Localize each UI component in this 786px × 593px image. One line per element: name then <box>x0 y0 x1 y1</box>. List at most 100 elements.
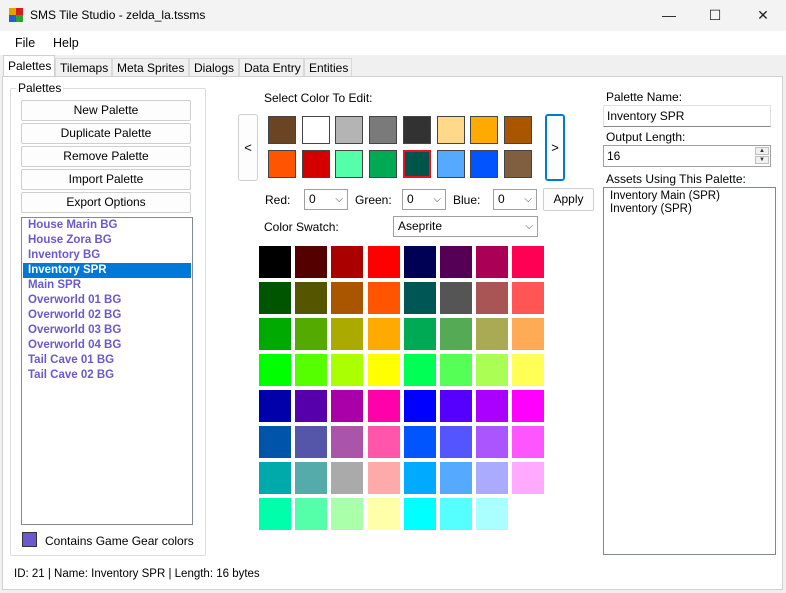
swatch-cell[interactable] <box>295 390 328 422</box>
spin-up-icon[interactable]: ▲ <box>755 147 769 155</box>
swatch-cell[interactable] <box>403 246 436 278</box>
swatch-cell[interactable] <box>367 282 400 314</box>
swatch-cell[interactable] <box>512 246 545 278</box>
palette-name-input[interactable]: Inventory SPR <box>603 105 771 127</box>
red-combo[interactable]: 0 ⌵ <box>304 189 348 210</box>
swatch-cell[interactable] <box>295 282 328 314</box>
prev-palette-button[interactable]: < <box>238 114 258 181</box>
next-palette-button[interactable]: > <box>545 114 565 181</box>
swatch-cell[interactable] <box>403 282 436 314</box>
palette-color-cell[interactable] <box>436 150 465 178</box>
palette-color-cell[interactable] <box>503 150 532 178</box>
swatch-cell[interactable] <box>331 390 364 422</box>
maximize-button[interactable]: ☐ <box>692 0 738 31</box>
swatch-cell[interactable] <box>476 318 509 350</box>
palette-color-cell[interactable] <box>470 150 499 178</box>
list-item[interactable]: Inventory SPR <box>23 263 191 278</box>
palette-color-cell[interactable] <box>369 150 398 178</box>
list-item[interactable]: Inventory (SPR) <box>610 203 769 216</box>
swatch-cell[interactable] <box>476 426 509 458</box>
list-item[interactable]: Overworld 03 BG <box>22 323 192 338</box>
swatch-cell[interactable] <box>403 462 436 494</box>
swatch-cell[interactable] <box>367 390 400 422</box>
swatch-cell[interactable] <box>259 390 291 422</box>
swatch-cell[interactable] <box>440 246 472 278</box>
list-item[interactable]: Overworld 01 BG <box>22 293 192 308</box>
list-item[interactable]: Overworld 02 BG <box>22 308 192 323</box>
swatch-cell[interactable] <box>259 246 291 278</box>
swatch-cell[interactable] <box>403 318 436 350</box>
swatch-cell[interactable] <box>440 390 472 422</box>
assets-list[interactable]: Inventory Main (SPR) Inventory (SPR) <box>603 187 776 555</box>
swatch-cell[interactable] <box>512 498 545 530</box>
swatch-cell[interactable] <box>331 354 364 386</box>
swatch-cell[interactable] <box>512 282 545 314</box>
import-palette-button[interactable]: Import Palette <box>21 169 191 190</box>
palette-color-cell[interactable] <box>402 116 431 144</box>
tab-data-entry[interactable]: Data Entry <box>239 58 304 77</box>
swatch-cell[interactable] <box>440 318 472 350</box>
swatch-cell[interactable] <box>295 462 328 494</box>
palette-color-cell[interactable] <box>335 150 364 178</box>
list-item[interactable]: Main SPR <box>22 278 192 293</box>
tab-entities[interactable]: Entities <box>304 58 352 77</box>
list-item[interactable]: House Zora BG <box>22 233 192 248</box>
blue-combo[interactable]: 0 ⌵ <box>493 189 537 210</box>
tab-dialogs[interactable]: Dialogs <box>189 58 239 77</box>
swatch-cell[interactable] <box>331 462 364 494</box>
swatch-cell[interactable] <box>367 462 400 494</box>
swatch-cell[interactable] <box>476 462 509 494</box>
swatch-cell[interactable] <box>295 318 328 350</box>
swatch-cell[interactable] <box>476 354 509 386</box>
swatch-cell[interactable] <box>512 354 545 386</box>
swatch-cell[interactable] <box>259 282 291 314</box>
menu-file[interactable]: File <box>15 36 35 50</box>
swatch-cell[interactable] <box>367 498 400 530</box>
swatch-cell[interactable] <box>259 426 291 458</box>
swatch-cell[interactable] <box>403 426 436 458</box>
list-item[interactable]: House Marin BG <box>22 218 192 233</box>
swatch-cell[interactable] <box>476 282 509 314</box>
swatch-cell[interactable] <box>403 354 436 386</box>
list-item[interactable]: Inventory BG <box>22 248 192 263</box>
swatch-cell[interactable] <box>440 354 472 386</box>
list-item[interactable]: Tail Cave 01 BG <box>22 353 192 368</box>
swatch-cell[interactable] <box>259 354 291 386</box>
swatch-cell[interactable] <box>512 462 545 494</box>
swatch-cell[interactable] <box>403 498 436 530</box>
swatch-cell[interactable] <box>331 246 364 278</box>
green-combo[interactable]: 0 ⌵ <box>402 189 446 210</box>
palette-list[interactable]: House Marin BG House Zora BG Inventory BG I… <box>21 217 193 525</box>
swatch-cell[interactable] <box>440 426 472 458</box>
tab-palettes[interactable]: Palettes <box>3 55 55 77</box>
swatch-cell[interactable] <box>440 462 472 494</box>
export-options-button[interactable]: Export Options <box>21 192 191 213</box>
palette-color-cell[interactable] <box>268 150 296 178</box>
minimize-button[interactable]: — <box>646 0 692 31</box>
palette-color-cell[interactable] <box>268 116 296 144</box>
swatch-cell[interactable] <box>331 318 364 350</box>
swatch-cell[interactable] <box>476 246 509 278</box>
list-item[interactable]: Overworld 04 BG <box>22 338 192 353</box>
menu-help[interactable]: Help <box>53 36 79 50</box>
swatch-cell[interactable] <box>259 318 291 350</box>
palette-color-cell[interactable] <box>436 116 465 144</box>
apply-button[interactable]: Apply <box>543 188 594 211</box>
swatch-cell[interactable] <box>295 426 328 458</box>
swatch-cell[interactable] <box>367 354 400 386</box>
swatch-cell[interactable] <box>367 426 400 458</box>
swatch-cell[interactable] <box>295 246 328 278</box>
palette-color-cell[interactable] <box>402 150 431 178</box>
spin-down-icon[interactable]: ▼ <box>755 156 769 164</box>
palette-color-cell[interactable] <box>335 116 364 144</box>
swatch-cell[interactable] <box>440 498 472 530</box>
swatch-cell[interactable] <box>259 498 291 530</box>
swatch-cell[interactable] <box>512 426 545 458</box>
duplicate-palette-button[interactable]: Duplicate Palette <box>21 123 191 144</box>
swatch-cell[interactable] <box>476 390 509 422</box>
list-item[interactable]: Inventory Main (SPR) <box>610 190 769 203</box>
swatch-cell[interactable] <box>512 318 545 350</box>
swatch-cell[interactable] <box>331 498 364 530</box>
swatch-cell[interactable] <box>331 426 364 458</box>
swatch-cell[interactable] <box>403 390 436 422</box>
